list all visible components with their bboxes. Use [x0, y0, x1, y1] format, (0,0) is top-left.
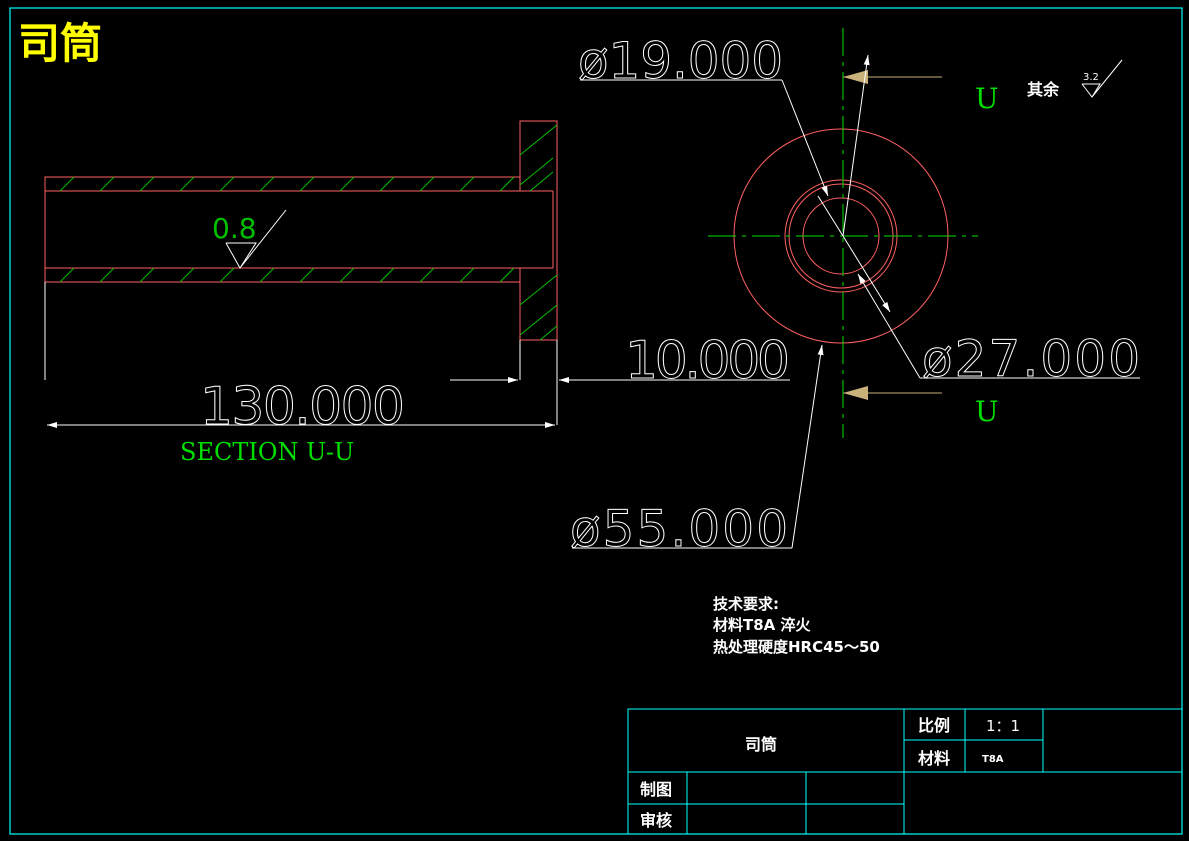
flange-outline — [519, 120, 558, 341]
title-block — [627, 708, 1183, 835]
dim-55-text: ø55.000 — [570, 500, 788, 558]
tech-line-2: 热处理硬度HRC45～50 — [713, 638, 880, 656]
bottom-wall — [44, 267, 521, 283]
title-block-scale-label: 比例 — [918, 716, 950, 735]
title-block-checked-label: 审核 — [640, 811, 672, 830]
dim-27-leader — [857, 273, 921, 379]
dim-27-text: ø27.000 — [922, 330, 1140, 388]
title-block-scale-value: 1：1 — [986, 717, 1020, 735]
title-block-part-name: 司筒 — [745, 735, 777, 754]
top-wall — [44, 176, 521, 192]
section-mark-top: U — [975, 82, 999, 115]
drawing-canvas: 司筒 0.8 130.000 10.000 SECTION U-U U U ø1… — [9, 7, 1183, 835]
title-block-material-value: T8A — [982, 754, 1004, 765]
dim-10-text: 10.000 — [625, 331, 790, 391]
section-hatch — [59, 124, 558, 341]
dim-19-leader — [781, 79, 829, 197]
dim-55-leader — [791, 344, 824, 549]
drawing-title: 司筒 — [18, 19, 102, 68]
roughness-other-value: 3.2 — [1083, 72, 1099, 83]
tech-line-1: 材料T8A 淬火 — [713, 616, 812, 634]
title-block-drawn-label: 制图 — [640, 780, 672, 799]
roughness-value: 0.8 — [212, 212, 257, 245]
dim-130-text: 130.000 — [200, 377, 405, 437]
drawing-border — [9, 7, 1183, 835]
title-block-material-label: 材料 — [918, 749, 950, 768]
section-label: SECTION U-U — [180, 438, 354, 466]
section-mark-bottom: U — [975, 395, 999, 428]
dim-19-text: ø19.000 — [578, 32, 783, 90]
roughness-other-label: 其余 — [1027, 80, 1060, 99]
tech-heading: 技术要求: — [713, 595, 779, 613]
